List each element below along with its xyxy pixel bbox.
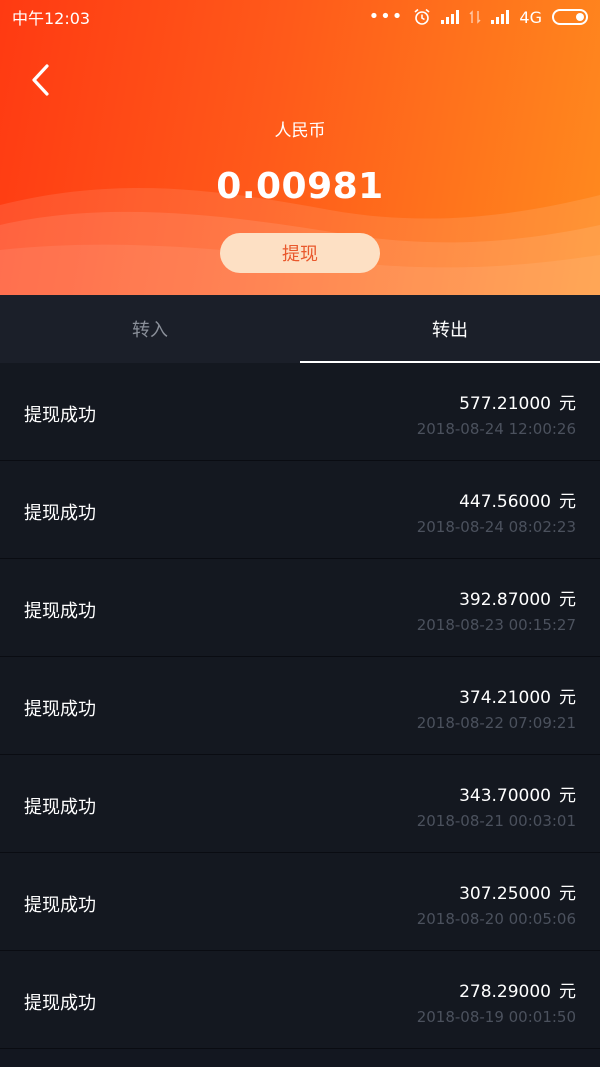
record-time: 2018-08-23 00:15:27 [416, 616, 576, 634]
amount-value: 577.21000 [459, 394, 551, 414]
tab-transfer-in[interactable]: 转入 [0, 295, 300, 363]
record-time: 2018-08-24 12:00:26 [416, 420, 576, 438]
record-list: 提现成功 577.21000 元 2018-08-24 12:00:26 提现成功… [0, 363, 600, 1049]
amount-value: 374.21000 [459, 688, 551, 708]
amount-unit: 元 [559, 786, 576, 806]
record-amount: 392.87000 元 [459, 585, 576, 610]
amount-value: 343.70000 [459, 786, 551, 806]
alarm-icon [414, 8, 430, 25]
amount-value: 278.29000 [459, 982, 551, 1002]
back-button[interactable] [22, 60, 58, 100]
record-title: 提现成功 [24, 601, 96, 622]
record-title: 提现成功 [24, 797, 96, 818]
list-item[interactable]: 提现成功 577.21000 元 2018-08-24 12:00:26 [0, 363, 600, 461]
amount-unit: 元 [559, 492, 576, 512]
record-amount: 278.29000 元 [459, 977, 576, 1002]
record-amount: 577.21000 元 [459, 389, 576, 414]
amount-unit: 元 [559, 884, 576, 904]
amount-unit: 元 [559, 394, 576, 414]
record-title: 提现成功 [24, 405, 96, 426]
balance-header: 中午12:03 ••• 4G 人民币 0.00981 提现 [0, 0, 600, 295]
chevron-left-icon [32, 64, 49, 96]
signal-icon [491, 10, 510, 24]
record-amount: 374.21000 元 [459, 683, 576, 708]
data-arrows-icon [469, 10, 481, 24]
record-time: 2018-08-20 00:05:06 [416, 910, 576, 928]
record-time: 2018-08-22 07:09:21 [416, 714, 576, 732]
list-item[interactable]: 提现成功 278.29000 元 2018-08-19 00:01:50 [0, 951, 600, 1049]
withdraw-button[interactable]: 提现 [220, 233, 380, 273]
network-type: 4G [519, 7, 542, 27]
balance-amount: 0.00981 [216, 166, 384, 207]
list-item[interactable]: 提现成功 447.56000 元 2018-08-24 08:02:23 [0, 461, 600, 559]
record-amount: 343.70000 元 [459, 781, 576, 806]
amount-unit: 元 [559, 590, 576, 610]
record-time: 2018-08-24 08:02:23 [416, 518, 576, 536]
battery-icon [552, 9, 588, 25]
list-item[interactable]: 提现成功 307.25000 元 2018-08-20 00:05:06 [0, 853, 600, 951]
tab-transfer-out[interactable]: 转出 [300, 295, 600, 363]
status-bar: 中午12:03 ••• 4G [0, 0, 600, 34]
amount-value: 392.87000 [459, 590, 551, 610]
list-item[interactable]: 提现成功 392.87000 元 2018-08-23 00:15:27 [0, 559, 600, 657]
record-title: 提现成功 [24, 699, 96, 720]
tab-bar: 转入 转出 [0, 295, 600, 363]
currency-label: 人民币 [274, 121, 326, 141]
record-title: 提现成功 [24, 895, 96, 916]
list-item[interactable]: 提现成功 374.21000 元 2018-08-22 07:09:21 [0, 657, 600, 755]
record-title: 提现成功 [24, 503, 96, 524]
list-item[interactable]: 提现成功 343.70000 元 2018-08-21 00:03:01 [0, 755, 600, 853]
status-icons: ••• 4G [369, 8, 588, 27]
amount-value: 307.25000 [459, 884, 551, 904]
record-time: 2018-08-19 00:01:50 [416, 1008, 576, 1026]
amount-unit: 元 [559, 688, 576, 708]
amount-unit: 元 [559, 982, 576, 1002]
record-title: 提现成功 [24, 993, 96, 1014]
more-dots-icon: ••• [368, 6, 404, 27]
amount-value: 447.56000 [459, 492, 551, 512]
status-time: 中午12:03 [12, 9, 91, 28]
record-amount: 447.56000 元 [459, 487, 576, 512]
record-time: 2018-08-21 00:03:01 [416, 812, 576, 830]
signal-icon [441, 10, 460, 24]
record-amount: 307.25000 元 [459, 879, 576, 904]
